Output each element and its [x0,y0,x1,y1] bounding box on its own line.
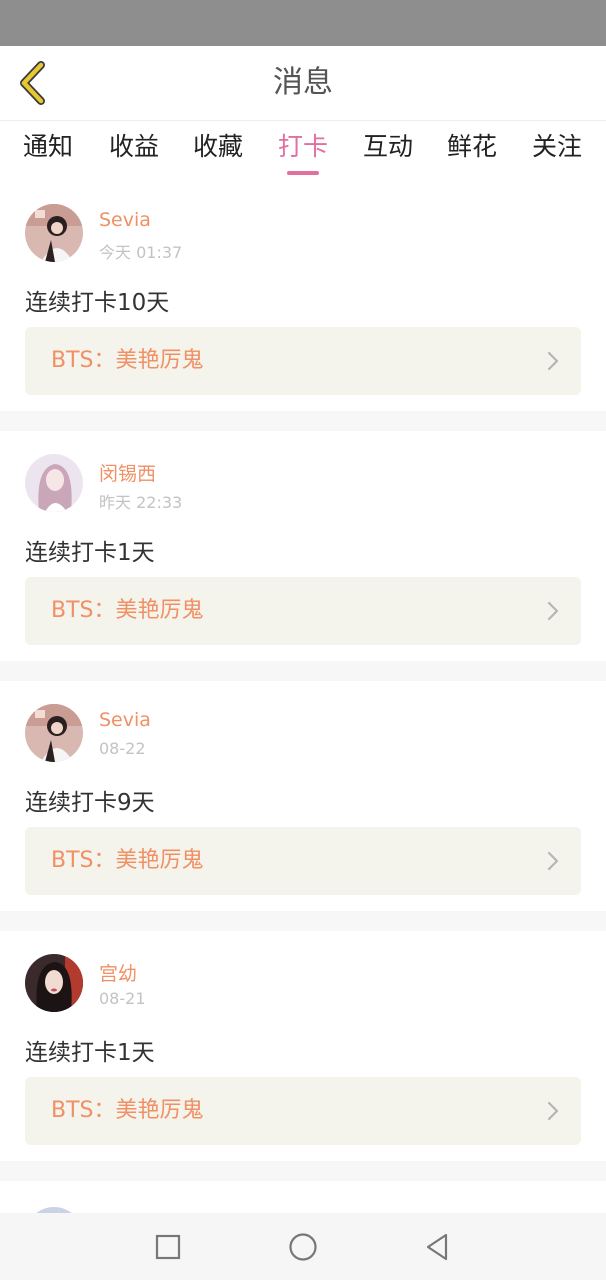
checkin-feed: Sevia 今天 01:37 连续打卡10天 BTS：美艳厉鬼 闵锡西 昨天 2… [0,181,606,1181]
app-header: 消息 [0,46,606,121]
tab-checkin[interactable]: 打卡 [275,129,331,175]
triangle-back-icon [426,1233,448,1261]
username[interactable]: 闵锡西 [99,459,156,486]
system-nav-bar [0,1213,606,1280]
chevron-right-icon [547,601,559,621]
book-link[interactable]: BTS：美艳厉鬼 [25,1077,581,1145]
book-title: BTS：美艳厉鬼 [51,848,204,873]
feed-item: 宫幼 08-21 连续打卡1天 BTS：美艳厉鬼 [0,931,606,1161]
timestamp: 昨天 22:33 [99,493,183,512]
feed-item: Sevia 今天 01:37 连续打卡10天 BTS：美艳厉鬼 [0,181,606,411]
feed-item: 闵锡西 昨天 22:33 连续打卡1天 BTS：美艳厉鬼 [0,431,606,661]
avatar[interactable] [25,954,83,1012]
book-title: BTS：美艳厉鬼 [51,598,204,623]
divider [0,411,606,431]
tab-label: 收藏 [192,132,243,161]
active-tab-indicator [287,171,319,175]
tab-label: 收益 [108,132,159,161]
chevron-right-icon [547,351,559,371]
recents-button[interactable] [152,1231,184,1263]
home-button[interactable] [287,1231,319,1263]
feed-item: Sevia 08-22 连续打卡9天 BTS：美艳厉鬼 [0,681,606,911]
avatar[interactable] [25,204,83,262]
book-title: BTS：美艳厉鬼 [51,348,204,373]
avatar[interactable] [25,454,83,512]
divider [0,1161,606,1181]
tab-notifications[interactable]: 通知 [20,129,76,173]
tab-favorites[interactable]: 收藏 [190,129,246,173]
book-link[interactable]: BTS：美艳厉鬼 [25,327,581,395]
username[interactable]: Sevia [99,709,151,731]
checkin-text: 连续打卡9天 [25,790,155,816]
timestamp: 08-21 [99,989,146,1008]
page-title: 消息 [273,65,333,100]
username[interactable]: Sevia [99,209,151,231]
back-button[interactable] [10,58,56,108]
timestamp: 08-22 [99,739,146,758]
checkin-text: 连续打卡10天 [25,290,170,316]
tab-flowers[interactable]: 鲜花 [444,129,500,173]
divider [0,661,606,681]
tab-earnings[interactable]: 收益 [106,129,162,173]
tab-label: 互动 [362,132,413,161]
timestamp: 今天 01:37 [99,243,183,262]
square-icon [155,1234,181,1260]
nav-back-button[interactable] [422,1231,454,1263]
chevron-left-icon [20,61,45,105]
tab-label: 通知 [22,132,73,161]
tab-label: 打卡 [277,132,328,161]
tab-bar: 通知 收益 收藏 打卡 互动 鲜花 关注 [0,121,606,181]
status-bar [0,0,606,46]
chevron-right-icon [547,851,559,871]
tab-label: 关注 [531,132,582,161]
book-link[interactable]: BTS：美艳厉鬼 [25,827,581,895]
book-link[interactable]: BTS：美艳厉鬼 [25,577,581,645]
tab-interactions[interactable]: 互动 [360,129,416,173]
tab-label: 鲜花 [446,132,497,161]
chevron-right-icon [547,1101,559,1121]
divider [0,911,606,931]
username[interactable]: 宫幼 [99,959,137,986]
checkin-text: 连续打卡1天 [25,1040,155,1066]
checkin-text: 连续打卡1天 [25,540,155,566]
tab-following[interactable]: 关注 [529,129,585,173]
book-title: BTS：美艳厉鬼 [51,1098,204,1123]
circle-icon [289,1233,317,1261]
avatar[interactable] [25,704,83,762]
